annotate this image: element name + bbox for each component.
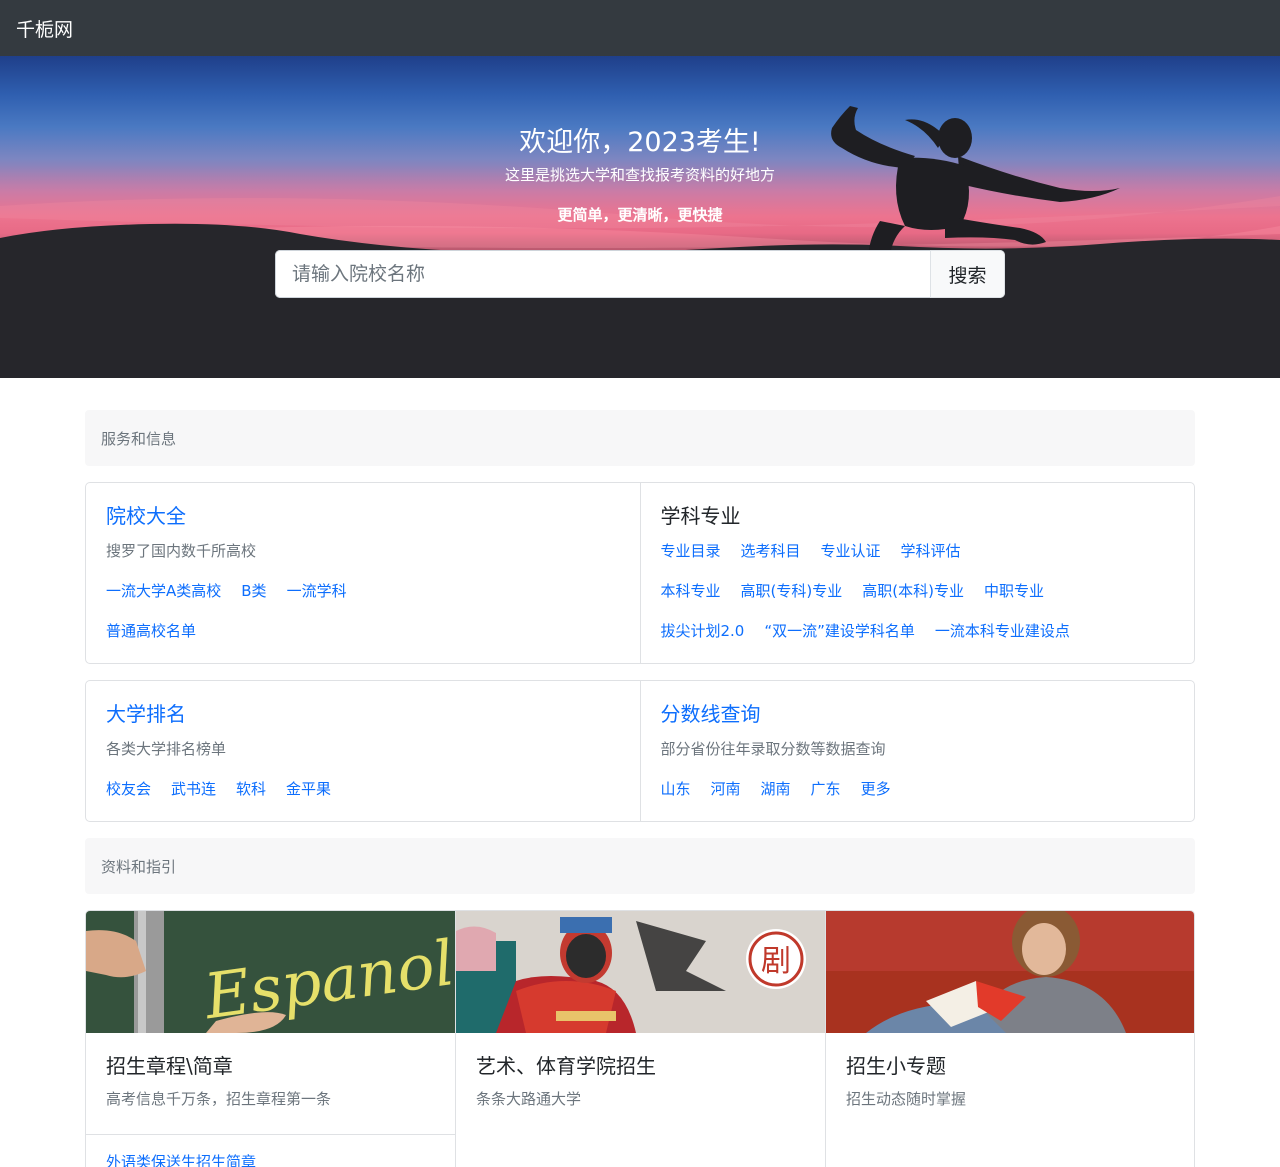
link-discipline-evaluation[interactable]: 学科评估 <box>901 541 961 561</box>
search-button[interactable]: 搜索 <box>930 250 1005 298</box>
admission-charters-footer: 外语类保送生招生简章 <box>86 1134 455 1167</box>
school-directory-links-row-1: 一流大学A类高校 B类 一流学科 <box>106 581 620 621</box>
admission-charters-title: 招生章程\简章 <box>106 1054 233 1078</box>
top-navbar: 千栀网 <box>0 0 1280 56</box>
majors-links-row-3: 拔尖计划2.0 “双一流”建设学科名单 一流本科专业建设点 <box>661 621 1175 661</box>
link-first-class-undergrad-programs[interactable]: 一流本科专业建设点 <box>935 621 1070 641</box>
hero-banner: 欢迎你，2023考生! 这里是挑选大学和查找报考资料的好地方 更简单，更清晰，更… <box>0 56 1280 378</box>
card-admission-topics: 招生小专题 招生动态随时掌握 <box>825 911 1195 1167</box>
card-school-directory: 院校大全 搜罗了国内数千所高校 一流大学A类高校 B类 一流学科 普通高校名单 <box>86 483 640 663</box>
card-score-lines: 分数线查询 部分省份往年录取分数等数据查询 山东 河南 湖南 广东 更多 <box>639 681 1195 821</box>
reading-girl-image[interactable] <box>826 911 1195 1033</box>
services-card-group-1: 院校大全 搜罗了国内数千所高校 一流大学A类高校 B类 一流学科 普通高校名单 … <box>85 482 1195 664</box>
school-search-input[interactable] <box>275 250 930 298</box>
link-exam-subjects[interactable]: 选考科目 <box>741 541 801 561</box>
card-arts-sports-admissions: 剧 艺术、体育学院招生 条条大路通大学 <box>455 911 825 1167</box>
card-university-rankings: 大学排名 各类大学排名榜单 校友会 武书连 软科 金平果 <box>86 681 640 821</box>
arts-sports-description: 条条大路通大学 <box>476 1090 582 1108</box>
admission-topics-title: 招生小专题 <box>846 1054 946 1078</box>
hero-subtitle: 这里是挑选大学和查找报考资料的好地方 <box>504 166 775 184</box>
link-more-provinces[interactable]: 更多 <box>861 779 891 799</box>
chalkboard-image[interactable]: Espanol <box>86 911 455 1033</box>
opera-performer-image[interactable]: 剧 <box>456 911 825 1033</box>
link-major-certification[interactable]: 专业认证 <box>821 541 881 561</box>
opera-seal-text: 剧 <box>761 944 791 979</box>
link-first-class-a-universities[interactable]: 一流大学A类高校 <box>106 581 221 601</box>
school-search-group: 搜索 <box>275 250 1005 298</box>
link-guangdong[interactable]: 广东 <box>811 779 841 799</box>
majors-title: 学科专业 <box>660 504 741 528</box>
card-admission-charters: Espanol 招生章程\简章 高考信息千万条，招生章程第一条 外语类保送生招生… <box>86 911 455 1167</box>
guides-section-header: 资料和指引 <box>85 838 1195 894</box>
link-regular-university-list[interactable]: 普通高校名单 <box>106 621 196 641</box>
rankings-description: 各类大学排名榜单 <box>106 740 227 758</box>
admission-topics-description: 招生动态随时掌握 <box>846 1090 967 1108</box>
hero-tagline: 更简单，更清晰，更快捷 <box>557 206 723 224</box>
guides-card-group: Espanol 招生章程\简章 高考信息千万条，招生章程第一条 外语类保送生招生… <box>85 910 1195 1167</box>
link-first-class-disciplines[interactable]: 一流学科 <box>287 581 347 601</box>
score-lines-links-row: 山东 河南 湖南 广东 更多 <box>661 779 1175 819</box>
hero-title: 欢迎你，2023考生! <box>519 127 761 158</box>
link-wu-shulian-ranking[interactable]: 武书连 <box>171 779 216 799</box>
services-section-header: 服务和信息 <box>85 410 1195 466</box>
brand-logo[interactable]: 千栀网 <box>16 15 73 42</box>
link-undergraduate-majors[interactable]: 本科专业 <box>661 581 721 601</box>
majors-links-row-1: 专业目录 选考科目 专业认证 学科评估 <box>661 541 1175 581</box>
card-majors: 学科专业 专业目录 选考科目 专业认证 学科评估 本科专业 高职(专科)专业 高… <box>639 483 1195 663</box>
link-top-talent-plan[interactable]: 拔尖计划2.0 <box>661 621 745 641</box>
school-directory-title-link[interactable]: 院校大全 <box>106 503 620 529</box>
link-vocational-college-majors[interactable]: 高职(专科)专业 <box>741 581 843 601</box>
rankings-title-link[interactable]: 大学排名 <box>106 701 620 727</box>
link-jinpingguo-ranking[interactable]: 金平果 <box>286 779 331 799</box>
link-vocational-bachelor-majors[interactable]: 高职(本科)专业 <box>862 581 964 601</box>
link-secondary-vocational-majors[interactable]: 中职专业 <box>984 581 1044 601</box>
link-b-class[interactable]: B类 <box>241 581 266 601</box>
link-major-catalog[interactable]: 专业目录 <box>661 541 721 561</box>
link-alumni-association-ranking[interactable]: 校友会 <box>106 779 151 799</box>
rankings-links-row: 校友会 武书连 软科 金平果 <box>106 779 620 819</box>
admission-charters-description: 高考信息千万条，招生章程第一条 <box>106 1090 332 1108</box>
services-card-group-2: 大学排名 各类大学排名榜单 校友会 武书连 软科 金平果 分数线查询 部分省份往… <box>85 680 1195 822</box>
link-shanghai-ranking[interactable]: 软科 <box>236 779 266 799</box>
school-directory-description: 搜罗了国内数千所高校 <box>106 542 257 560</box>
arts-sports-title: 艺术、体育学院招生 <box>476 1054 656 1078</box>
link-double-first-class-list[interactable]: “双一流”建设学科名单 <box>764 621 915 641</box>
majors-links-row-2: 本科专业 高职(专科)专业 高职(本科)专业 中职专业 <box>661 581 1175 621</box>
link-henan[interactable]: 河南 <box>711 779 741 799</box>
link-foreign-language-recommended-admission[interactable]: 外语类保送生招生简章 <box>106 1153 256 1167</box>
score-lines-title-link[interactable]: 分数线查询 <box>661 701 1175 727</box>
score-lines-description: 部分省份往年录取分数等数据查询 <box>660 740 886 758</box>
link-hunan[interactable]: 湖南 <box>761 779 791 799</box>
link-shandong[interactable]: 山东 <box>661 779 691 799</box>
school-directory-links-row-2: 普通高校名单 <box>106 621 620 661</box>
